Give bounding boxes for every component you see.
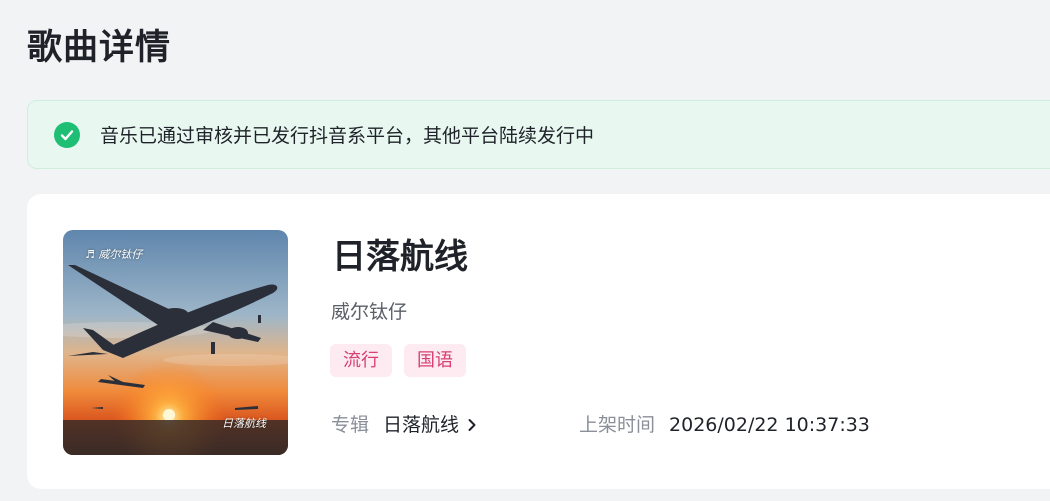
artist-name: 威尔钛仔: [331, 301, 408, 323]
status-notice: 音乐已通过审核并已发行抖音系平台，其他平台陆续发行中: [27, 100, 1050, 169]
release-time-row: 上架时间 2026/02/22 10:37:33: [579, 411, 870, 439]
check-circle-icon: [54, 121, 80, 148]
album-label: 专辑: [331, 414, 370, 436]
notice-text: 音乐已通过审核并已发行抖音系平台，其他平台陆续发行中: [100, 125, 595, 147]
cover-caption-artist: ♬ 威尔钛仔: [85, 248, 143, 261]
language-tag: 国语: [404, 344, 466, 377]
genre-tag: 流行: [330, 344, 392, 377]
song-card: ♬ 威尔钛仔 日落航线 日落航线 威尔钛仔 流行 国语 专辑 日落航线 上架时间…: [27, 194, 1050, 489]
cover-caption-title: 日落航线: [222, 417, 266, 430]
album-name: 日落航线: [383, 414, 460, 436]
chevron-right-icon: [467, 418, 477, 432]
release-time-value: 2026/02/22 10:37:33: [669, 414, 870, 436]
album-link[interactable]: 日落航线: [383, 411, 477, 439]
album-row: 专辑 日落航线: [331, 411, 477, 439]
album-cover: ♬ 威尔钛仔 日落航线: [63, 230, 288, 455]
tag-list: 流行 国语: [330, 344, 466, 377]
page-title: 歌曲详情: [27, 28, 172, 68]
release-time-label: 上架时间: [579, 414, 656, 436]
song-title: 日落航线: [332, 237, 468, 277]
